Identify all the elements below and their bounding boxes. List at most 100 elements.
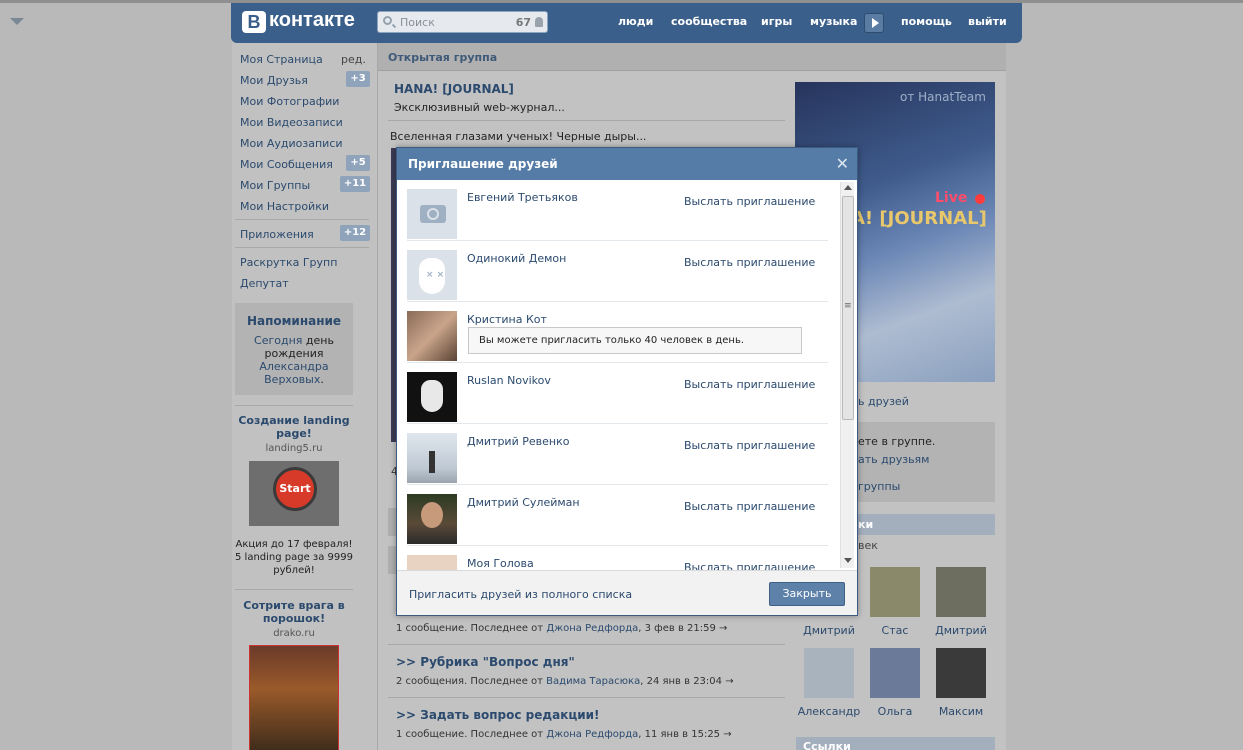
- menu-promote-groups[interactable]: Раскрутка Групп: [240, 256, 337, 269]
- deactivated-dog-icon[interactable]: × ×: [407, 250, 457, 300]
- menu-divider: [235, 247, 369, 248]
- topic-author-link[interactable]: Джона Редфорда: [546, 729, 638, 740]
- member-avatar[interactable]: [870, 648, 920, 698]
- user-icon: [535, 17, 543, 27]
- member-name[interactable]: Максим: [928, 705, 994, 718]
- topic-meta: 1 сообщение. Последнее от Джона Редфорда…: [396, 623, 728, 634]
- menu-divider: [235, 219, 369, 220]
- send-invite-button[interactable]: Выслать приглашение: [684, 195, 815, 208]
- friend-name[interactable]: Моя Голова: [467, 557, 534, 570]
- nav-music[interactable]: музыка: [810, 15, 857, 28]
- topic-title[interactable]: >> Задать вопрос редакции!: [396, 708, 600, 722]
- friend-name[interactable]: Одинокий Демон: [467, 252, 566, 265]
- friend-row: × × Одинокий Демон Выслать приглашение: [407, 241, 828, 302]
- apps-badge[interactable]: +12: [340, 225, 370, 241]
- members-count: век: [858, 539, 878, 552]
- camera-placeholder-icon[interactable]: [407, 189, 457, 239]
- friend-name[interactable]: Кристина Кот: [467, 313, 547, 326]
- menu-videos[interactable]: Мои Видеозаписи: [240, 116, 343, 129]
- reminder-person-link[interactable]: Верховых: [264, 373, 320, 386]
- menu-edit-link[interactable]: ред.: [341, 53, 366, 66]
- live-dot-icon: [975, 194, 985, 204]
- membership-status: ете в группе.: [858, 435, 936, 448]
- top-header: В контакте Поиск 67 люди сообщества игры…: [231, 3, 1022, 43]
- menu-deputy[interactable]: Депутат: [240, 277, 289, 290]
- nav-communities[interactable]: сообщества: [671, 15, 747, 28]
- member-avatar[interactable]: [936, 567, 986, 617]
- nav-people[interactable]: люди: [618, 15, 653, 28]
- group-type-bar: Открытая группа: [378, 43, 1006, 71]
- vk-logo-icon[interactable]: В: [242, 11, 266, 33]
- send-invite-button[interactable]: Выслать приглашение: [684, 561, 815, 570]
- menu-settings[interactable]: Мои Настройки: [240, 200, 329, 213]
- nav-help[interactable]: помощь: [901, 15, 952, 28]
- ad-image[interactable]: [249, 645, 339, 750]
- menu-audio[interactable]: Мои Аудиозаписи: [240, 137, 343, 150]
- topic-meta: 1 сообщение. Последнее от Джона Редфорда…: [396, 729, 732, 740]
- dialog-footer: Пригласить друзей из полного списка Закр…: [397, 570, 857, 615]
- collapse-arrow-icon[interactable]: [10, 18, 24, 25]
- topic-author-link[interactable]: Джона Редфорда: [546, 623, 638, 634]
- messages-badge[interactable]: +5: [346, 155, 370, 171]
- close-button[interactable]: Закрыть: [769, 582, 845, 606]
- ad-image[interactable]: Start: [249, 461, 339, 526]
- member-avatar[interactable]: [936, 648, 986, 698]
- ad-domain: drako.ru: [273, 628, 315, 639]
- friend-name[interactable]: Дмитрий Ревенко: [467, 435, 569, 448]
- friends-badge[interactable]: +3: [346, 71, 370, 87]
- menu-messages[interactable]: Мои Сообщения: [240, 158, 333, 171]
- menu-my-page[interactable]: Моя Страница: [240, 53, 323, 66]
- ad-landing[interactable]: Создание landing page! landing5.ru Start…: [235, 414, 353, 577]
- divider: [388, 697, 785, 698]
- menu-groups[interactable]: Мои Группы: [240, 179, 310, 192]
- member-avatar[interactable]: [870, 567, 920, 617]
- nav-games[interactable]: игры: [761, 15, 792, 28]
- reminder-dot: .: [320, 373, 324, 386]
- menu-apps[interactable]: Приложения: [240, 228, 314, 241]
- logo-text[interactable]: контакте: [269, 9, 355, 32]
- member-name[interactable]: Дмитрий: [796, 624, 862, 637]
- reminder-today-link[interactable]: Сегодня: [254, 334, 302, 347]
- friend-name[interactable]: Ruslan Novikov: [467, 374, 551, 387]
- send-invite-button[interactable]: Выслать приглашение: [684, 378, 815, 391]
- ad-title[interactable]: Создание landing page!: [235, 414, 353, 440]
- send-invite-button[interactable]: Выслать приглашение: [684, 500, 815, 513]
- friend-avatar[interactable]: [407, 311, 457, 361]
- topic-author-link[interactable]: Вадима Тарасюка: [546, 676, 640, 687]
- scroll-up-icon[interactable]: [844, 185, 852, 190]
- scroll-thumb[interactable]: [842, 196, 854, 420]
- play-music-icon[interactable]: [864, 13, 884, 33]
- group-type-label: Открытая группа: [388, 51, 498, 64]
- send-invite-button[interactable]: Выслать приглашение: [684, 256, 815, 269]
- member-name[interactable]: Александр: [796, 705, 862, 718]
- send-invite-button[interactable]: Выслать приглашение: [684, 439, 815, 452]
- reminder-person-link[interactable]: Александра: [259, 360, 328, 373]
- member-name[interactable]: Стас: [862, 624, 928, 637]
- dialog-scrollbar[interactable]: [840, 182, 854, 568]
- groups-badge[interactable]: +11: [340, 176, 370, 192]
- topic-title[interactable]: >> Рубрика "Вопрос дня": [396, 655, 575, 669]
- friend-avatar[interactable]: [407, 494, 457, 544]
- friend-avatar[interactable]: [407, 555, 457, 570]
- member-avatar[interactable]: [804, 648, 854, 698]
- ad-drako[interactable]: Сотрите врага в порошок! drako.ru: [235, 599, 353, 750]
- menu-friends[interactable]: Мои Друзья: [240, 74, 308, 87]
- search-input[interactable]: Поиск 67: [377, 11, 548, 33]
- ad-title[interactable]: Сотрите врага в порошок!: [235, 599, 353, 625]
- banner-title: A! [JOURNAL]: [851, 208, 987, 229]
- member-name[interactable]: Дмитрий: [928, 624, 994, 637]
- scroll-down-icon[interactable]: [844, 558, 852, 563]
- mask-avatar[interactable]: [407, 372, 457, 422]
- friend-name[interactable]: Дмитрий Сулейман: [467, 496, 580, 509]
- invite-friends-link[interactable]: ь друзей: [858, 395, 909, 408]
- close-icon[interactable]: ✕: [836, 154, 849, 173]
- leave-group-link[interactable]: группы: [858, 480, 900, 493]
- nav-logout[interactable]: выйти: [968, 15, 1007, 28]
- member-name[interactable]: Ольга: [862, 705, 928, 718]
- friend-name[interactable]: Евгений Третьяков: [467, 191, 578, 204]
- menu-photos[interactable]: Мои Фотографии: [240, 95, 339, 108]
- invite-from-full-list-link[interactable]: Пригласить друзей из полного списка: [409, 588, 632, 601]
- tell-friends-link[interactable]: ать друзьям: [858, 453, 929, 466]
- friend-avatar[interactable]: [407, 433, 457, 483]
- invite-limit-warning: Вы можете пригласить только 40 человек в…: [468, 327, 802, 354]
